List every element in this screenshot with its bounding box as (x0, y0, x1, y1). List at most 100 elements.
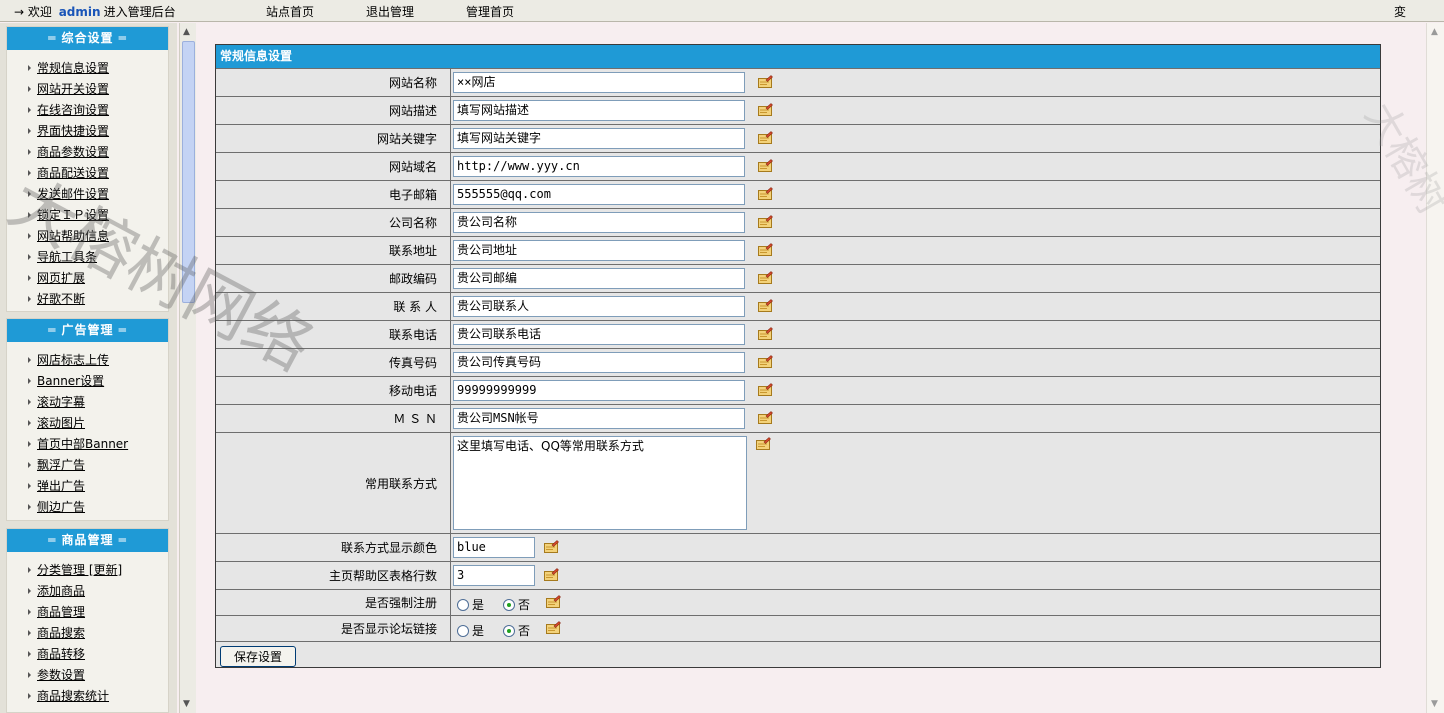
sidebar-item[interactable]: 弹出广告 (7, 476, 168, 497)
sidebar-item-link[interactable]: 导航工具条 (37, 250, 97, 264)
edit-note-icon[interactable] (544, 540, 559, 553)
text-input[interactable]: 贵公司传真号码 (453, 352, 745, 373)
text-input[interactable]: 贵公司名称 (453, 212, 745, 233)
sidebar-item[interactable]: 分类管理 [更新] (7, 560, 168, 581)
edit-note-icon[interactable] (758, 355, 773, 368)
scroll-up-icon[interactable]: ▲ (183, 27, 190, 37)
sidebar-item[interactable]: 首页中部Banner (7, 434, 168, 455)
radio-button[interactable] (503, 598, 515, 611)
sidebar-item-link[interactable]: 首页中部Banner (37, 437, 128, 451)
sidebar-item[interactable]: 侧边广告 (7, 497, 168, 518)
radio-button[interactable] (457, 598, 469, 611)
nav-admin-home[interactable]: 管理首页 (466, 3, 514, 20)
text-input[interactable]: 99999999999 (453, 380, 745, 401)
text-input[interactable]: 贵公司MSN帐号 (453, 408, 745, 429)
sidebar-item-link[interactable]: 商品配送设置 (37, 166, 109, 180)
sidebar-item-link[interactable]: 商品参数设置 (37, 145, 109, 159)
contact-textarea[interactable]: 这里填写电话、QQ等常用联系方式 (453, 436, 747, 530)
text-input[interactable]: 贵公司地址 (453, 240, 745, 261)
nav-logout[interactable]: 退出管理 (366, 3, 414, 20)
sidebar-item[interactable]: 网站帮助信息 (7, 226, 168, 247)
sidebar-item[interactable]: 发送邮件设置 (7, 184, 168, 205)
edit-note-icon[interactable] (758, 75, 773, 88)
sidebar-item-link[interactable]: 参数设置 (37, 668, 85, 682)
sidebar-item[interactable]: 锁定ＩＰ设置 (7, 205, 168, 226)
sidebar-item-link[interactable]: 滚动图片 (37, 416, 85, 430)
sidebar-item[interactable]: 滚动图片 (7, 413, 168, 434)
radio-button[interactable] (503, 624, 515, 637)
main-scrollbar[interactable]: ▲ ▼ (1426, 23, 1444, 713)
edit-note-icon[interactable] (758, 327, 773, 340)
edit-note-icon[interactable] (758, 187, 773, 200)
edit-note-icon[interactable] (758, 103, 773, 116)
text-input[interactable]: 填写网站描述 (453, 100, 745, 121)
sidebar-item[interactable]: 商品参数设置 (7, 142, 168, 163)
sidebar-item[interactable]: 商品搜索 (7, 623, 168, 644)
sidebar-item-link[interactable]: 商品搜索统计 (37, 689, 109, 703)
edit-note-icon[interactable] (758, 383, 773, 396)
edit-note-icon[interactable] (756, 437, 771, 450)
sidebar-item[interactable]: 导航工具条 (7, 247, 168, 268)
edit-note-icon[interactable] (758, 299, 773, 312)
sidebar-item[interactable]: 商品搜索统计 (7, 686, 168, 707)
edit-note-icon[interactable] (758, 215, 773, 228)
sidebar-item[interactable]: 参数设置 (7, 665, 168, 686)
sidebar-item-link[interactable]: 锁定ＩＰ设置 (37, 208, 109, 222)
sidebar-item[interactable]: 网站开关设置 (7, 79, 168, 100)
sidebar-item-link[interactable]: 侧边广告 (37, 500, 85, 514)
edit-note-icon[interactable] (758, 411, 773, 424)
sidebar-item-link[interactable]: 网站帮助信息 (37, 229, 109, 243)
sidebar-item[interactable]: 商品转移 (7, 644, 168, 665)
text-input[interactable]: ××网店 (453, 72, 745, 93)
sidebar-item[interactable]: 好歌不断 (7, 289, 168, 310)
edit-note-icon[interactable] (546, 621, 561, 634)
radio-yes[interactable]: 是 (457, 596, 484, 613)
sidebar-item[interactable]: 添加商品 (7, 581, 168, 602)
sidebar-item-link[interactable]: 网页扩展 (37, 271, 85, 285)
edit-note-icon[interactable] (544, 568, 559, 581)
sidebar-item-link[interactable]: 好歌不断 (37, 292, 85, 306)
sidebar-item[interactable]: 界面快捷设置 (7, 121, 168, 142)
text-input[interactable]: blue (453, 537, 535, 558)
sidebar-item[interactable]: 在线咨询设置 (7, 100, 168, 121)
radio-yes[interactable]: 是 (457, 622, 484, 639)
sidebar-item-link[interactable]: 界面快捷设置 (37, 124, 109, 138)
sidebar-item[interactable]: 网页扩展 (7, 268, 168, 289)
sidebar-item[interactable]: 常规信息设置 (7, 58, 168, 79)
sidebar-item[interactable]: 商品管理 (7, 602, 168, 623)
sidebar-item-link[interactable]: 滚动字幕 (37, 395, 85, 409)
sidebar-item-link[interactable]: 商品搜索 (37, 626, 85, 640)
text-input[interactable]: 填写网站关键字 (453, 128, 745, 149)
edit-note-icon[interactable] (546, 595, 561, 608)
sidebar-item-link[interactable]: 在线咨询设置 (37, 103, 109, 117)
text-input[interactable]: 贵公司联系人 (453, 296, 745, 317)
sidebar-item-link[interactable]: 常规信息设置 (37, 61, 109, 75)
sidebar-item-link[interactable]: 商品管理 (37, 605, 85, 619)
sidebar-item[interactable]: 商品配送设置 (7, 163, 168, 184)
sidebar-item-link[interactable]: 分类管理 [更新] (37, 563, 122, 577)
sidebar-item-link[interactable]: 商品转移 (37, 647, 85, 661)
radio-no[interactable]: 否 (503, 596, 530, 613)
sidebar-item-link[interactable]: 网站开关设置 (37, 82, 109, 96)
save-settings-button[interactable]: 保存设置 (220, 646, 296, 667)
sidebar-item[interactable]: 网店标志上传 (7, 350, 168, 371)
scroll-down-icon[interactable]: ▼ (183, 699, 190, 709)
scroll-down-icon[interactable]: ▼ (1431, 699, 1438, 709)
text-input[interactable]: 贵公司联系电话 (453, 324, 745, 345)
sidebar-item[interactable]: Banner设置 (7, 371, 168, 392)
sidebar-item-link[interactable]: 弹出广告 (37, 479, 85, 493)
nav-site-home[interactable]: 站点首页 (266, 3, 314, 20)
edit-note-icon[interactable] (758, 271, 773, 284)
edit-note-icon[interactable] (758, 159, 773, 172)
edit-note-icon[interactable] (758, 131, 773, 144)
edit-note-icon[interactable] (758, 243, 773, 256)
text-input[interactable]: http://www.yyy.cn (453, 156, 745, 177)
text-input[interactable]: 贵公司邮编 (453, 268, 745, 289)
radio-no[interactable]: 否 (503, 622, 530, 639)
sidebar-item[interactable]: 飘浮广告 (7, 455, 168, 476)
sidebar-scrollbar[interactable]: ▲ ▼ (179, 23, 196, 713)
sidebar-item-link[interactable]: 飘浮广告 (37, 458, 85, 472)
sidebar-item-link[interactable]: 添加商品 (37, 584, 85, 598)
sidebar-item-link[interactable]: 网店标志上传 (37, 353, 109, 367)
text-input[interactable]: 555555@qq.com (453, 184, 745, 205)
